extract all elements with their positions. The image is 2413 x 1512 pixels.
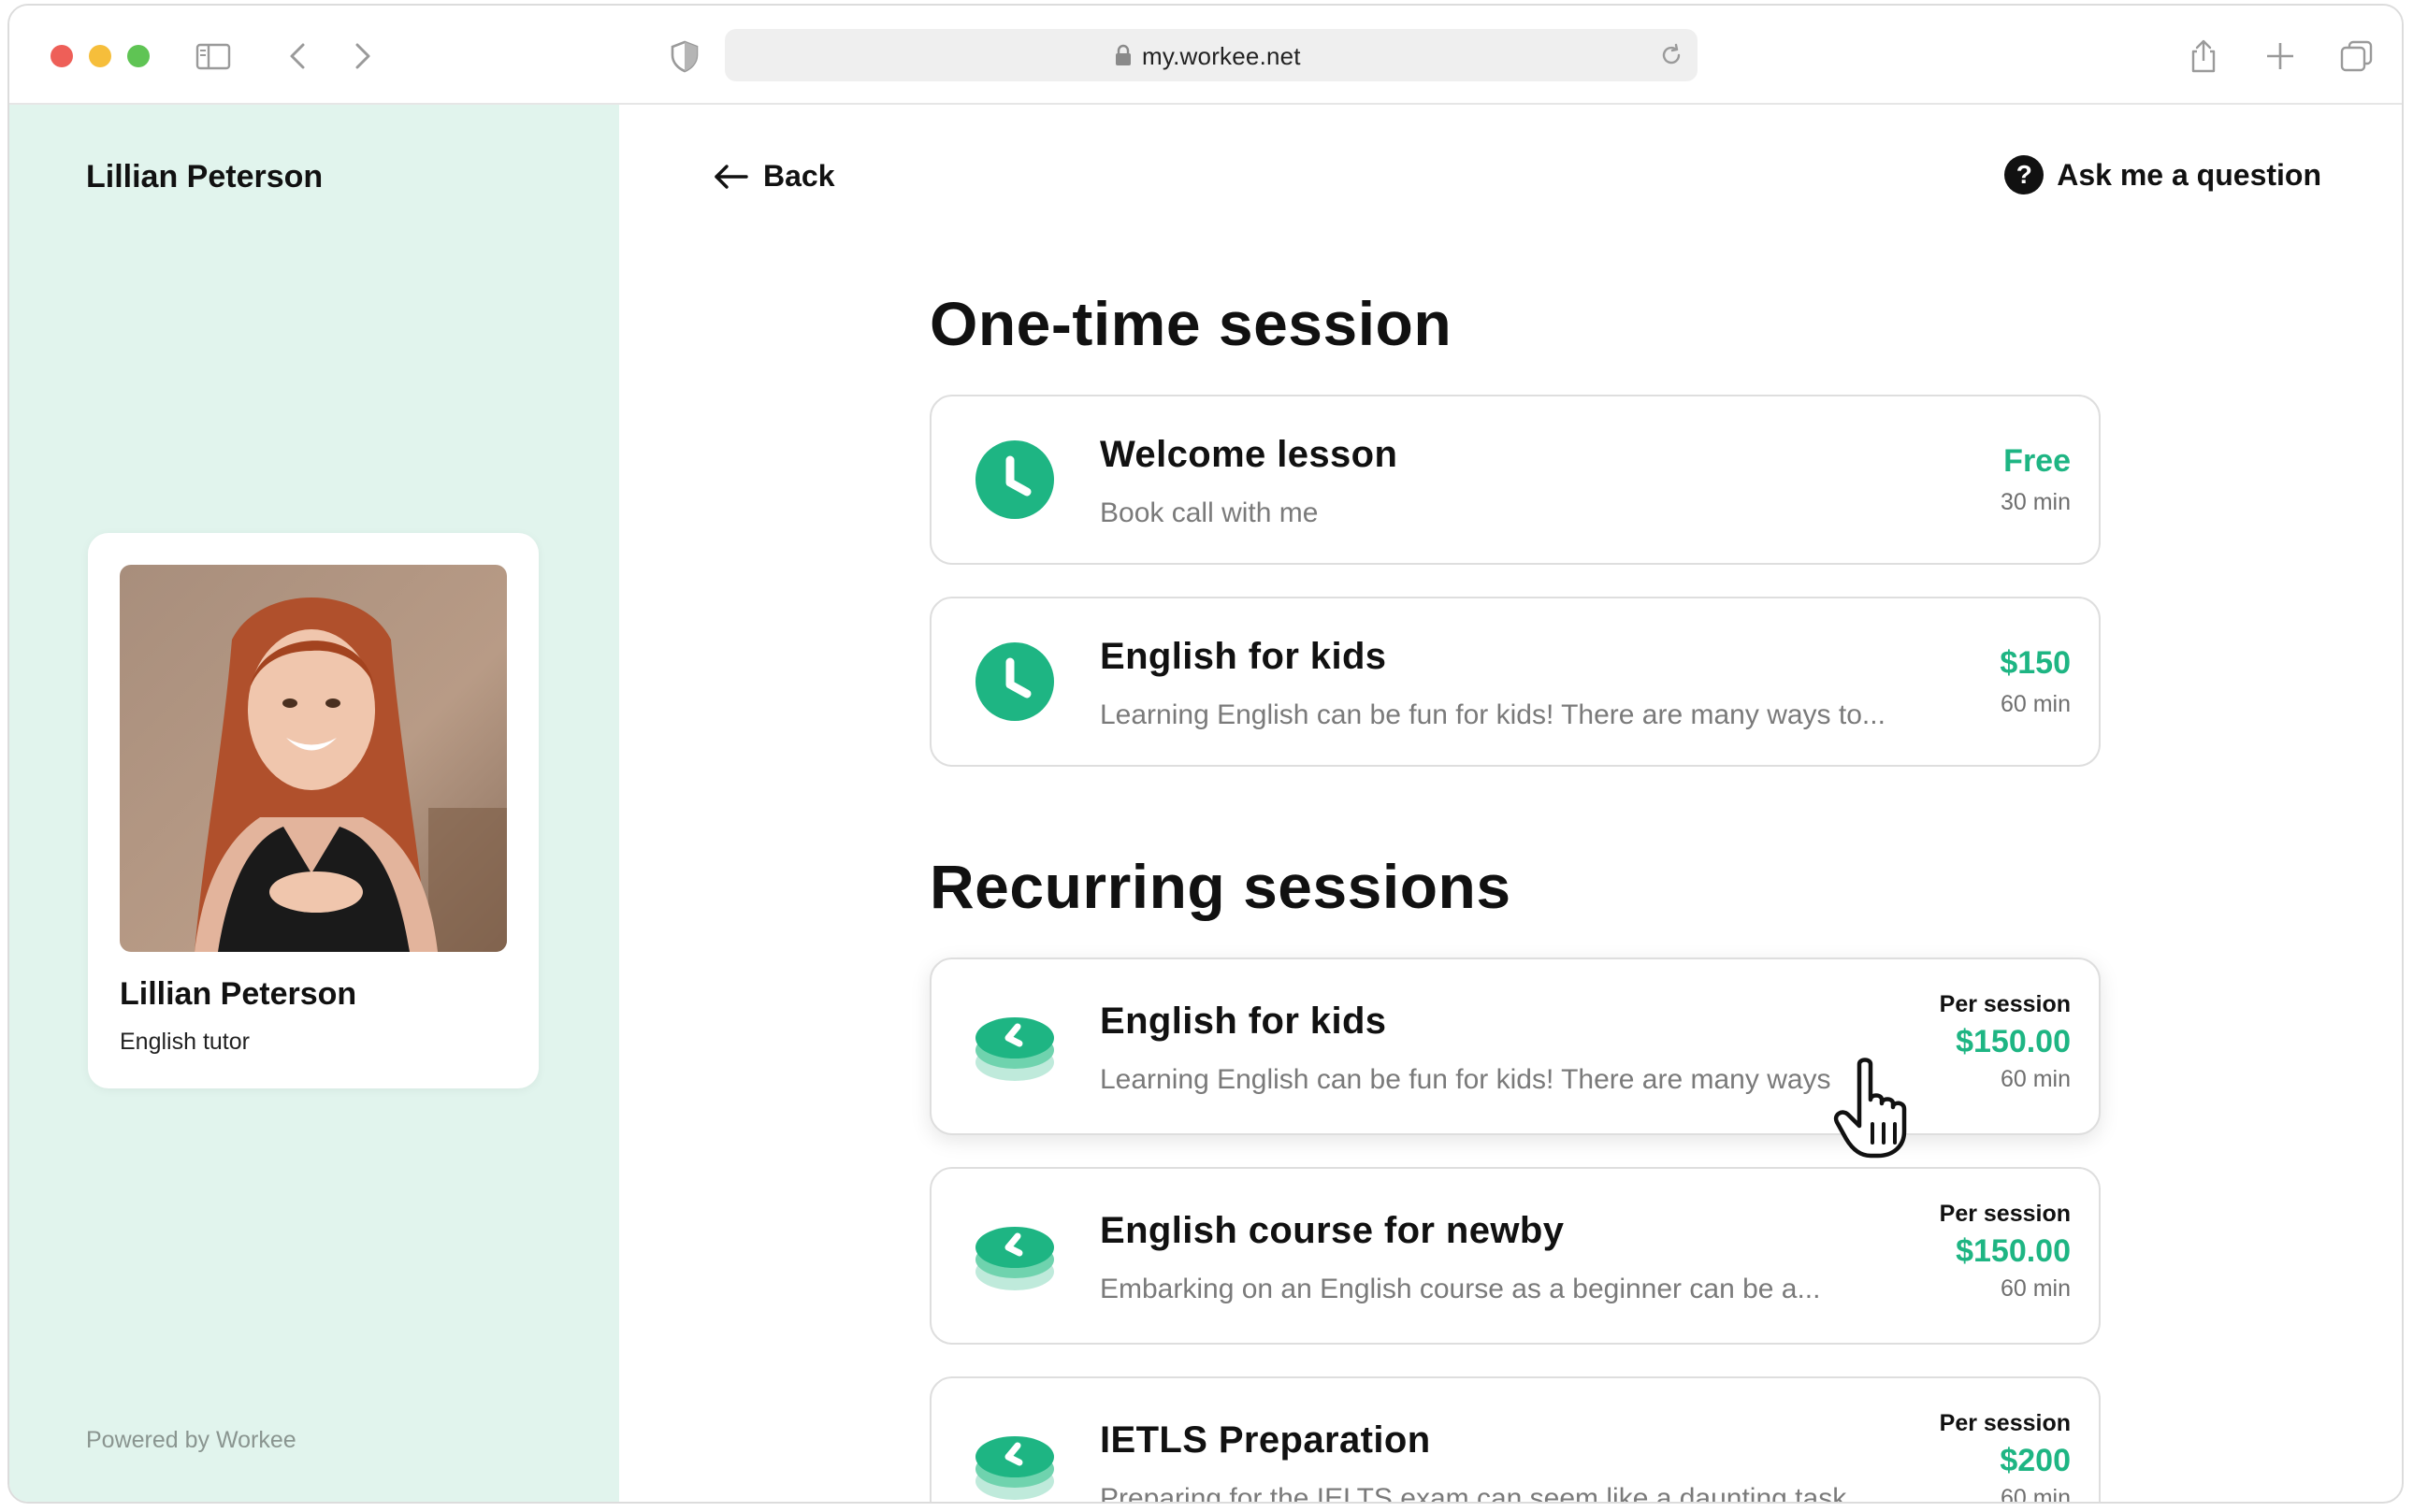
back-nav-icon[interactable] (281, 37, 318, 75)
url-text: my.workee.net (1142, 42, 1301, 70)
powered-by-link[interactable]: Powered by Workee (86, 1427, 296, 1454)
forward-nav-icon[interactable] (342, 37, 380, 75)
session-duration: 60 min (2000, 1066, 2071, 1092)
reload-icon[interactable] (1658, 42, 1684, 68)
session-title: Welcome lesson (1100, 434, 1398, 475)
section-title-recurring: Recurring sessions (930, 852, 1511, 921)
profile-photo (120, 565, 507, 952)
profile-role: English tutor (120, 1029, 250, 1055)
session-description: Embarking on an English course as a begi… (1100, 1274, 1821, 1304)
session-card-english-for-kids[interactable]: English for kids Learning English can be… (930, 597, 2101, 767)
session-price: $150 (2000, 645, 2071, 681)
session-card-welcome-lesson[interactable]: Welcome lesson Book call with me Free 30… (930, 395, 2101, 565)
session-title: English for kids (1100, 1001, 1387, 1042)
close-window-button[interactable] (51, 45, 73, 67)
sidebar: Lillian Peterson Lillian Peterson Englis… (9, 105, 619, 1502)
hand-pointer-cursor-icon (1831, 1057, 1925, 1159)
address-bar[interactable]: my.workee.net (725, 29, 1698, 81)
session-meta: Free 30 min (2001, 443, 2071, 516)
session-card-english-course-for-newby[interactable]: English course for newby Embarking on an… (930, 1167, 2101, 1345)
arrow-left-icon (715, 164, 748, 189)
profile-card: Lillian Peterson English tutor (88, 533, 539, 1088)
tab-overview-icon[interactable] (2338, 37, 2376, 75)
per-session-label: Per session (1939, 991, 2071, 1017)
lock-icon (1114, 44, 1133, 66)
session-title: English course for newby (1100, 1210, 1565, 1251)
session-title: IETLS Preparation (1100, 1419, 1431, 1461)
minimize-window-button[interactable] (89, 45, 111, 67)
section-title-one-time: One-time session (930, 289, 1452, 358)
clock-icon (975, 641, 1055, 722)
per-session-label: Per session (1939, 1201, 2071, 1227)
browser-toolbar: my.workee.net (9, 6, 2402, 105)
recurring-clock-icon (975, 1425, 1055, 1502)
back-label: Back (763, 159, 835, 193)
recurring-clock-icon (975, 1006, 1055, 1087)
clock-icon (975, 439, 1055, 520)
session-duration: 60 min (2000, 1275, 2071, 1302)
session-duration: 60 min (2000, 691, 2071, 717)
session-description: Learning English can be fun for kids! Th… (1100, 699, 1886, 730)
session-price: $200 (2000, 1443, 2071, 1478)
owner-name: Lillian Peterson (86, 159, 324, 194)
session-description: Learning English can be fun for kids! Th… (1100, 1064, 1831, 1095)
back-button[interactable]: Back (713, 159, 835, 194)
sidebar-toggle-icon[interactable] (195, 37, 232, 75)
session-meta: Per session $200 60 min (1939, 1410, 2071, 1504)
session-meta: Per session $150.00 60 min (1940, 1201, 2071, 1303)
share-icon[interactable] (2185, 37, 2222, 75)
browser-window: my.workee.net Lillian Peterson Lillian P… (7, 4, 2404, 1504)
session-title: English for kids (1100, 636, 1387, 677)
session-card-recurring-english-for-kids[interactable]: English for kids Learning English can be… (930, 958, 2101, 1135)
ask-question-button[interactable]: ? Ask me a question (2004, 155, 2321, 194)
session-duration: 30 min (2000, 489, 2071, 515)
per-session-label: Per session (1939, 1410, 2071, 1436)
question-icon: ? (2004, 155, 2045, 194)
session-price: $150.00 (1956, 1024, 2071, 1059)
session-price: Free (2003, 443, 2071, 479)
profile-name: Lillian Peterson (120, 976, 357, 1012)
new-tab-icon[interactable] (2261, 37, 2299, 75)
ask-label: Ask me a question (2057, 157, 2321, 192)
session-price: $150.00 (1956, 1233, 2071, 1269)
shield-icon[interactable] (666, 37, 703, 75)
session-duration: 60 min (2000, 1485, 2071, 1504)
main-content: Back ? Ask me a question One-time sessio… (619, 105, 2402, 1504)
session-meta: $150 60 min (2000, 645, 2071, 718)
session-description: Preparing for the IELTS exam can seem li… (1100, 1483, 1871, 1504)
session-description: Book call with me (1100, 497, 1319, 528)
session-meta: Per session $150.00 60 min (1940, 991, 2071, 1093)
maximize-window-button[interactable] (127, 45, 150, 67)
recurring-clock-icon (975, 1216, 1055, 1296)
session-card-ietls-preparation[interactable]: IETLS Preparation Preparing for the IELT… (930, 1376, 2101, 1504)
